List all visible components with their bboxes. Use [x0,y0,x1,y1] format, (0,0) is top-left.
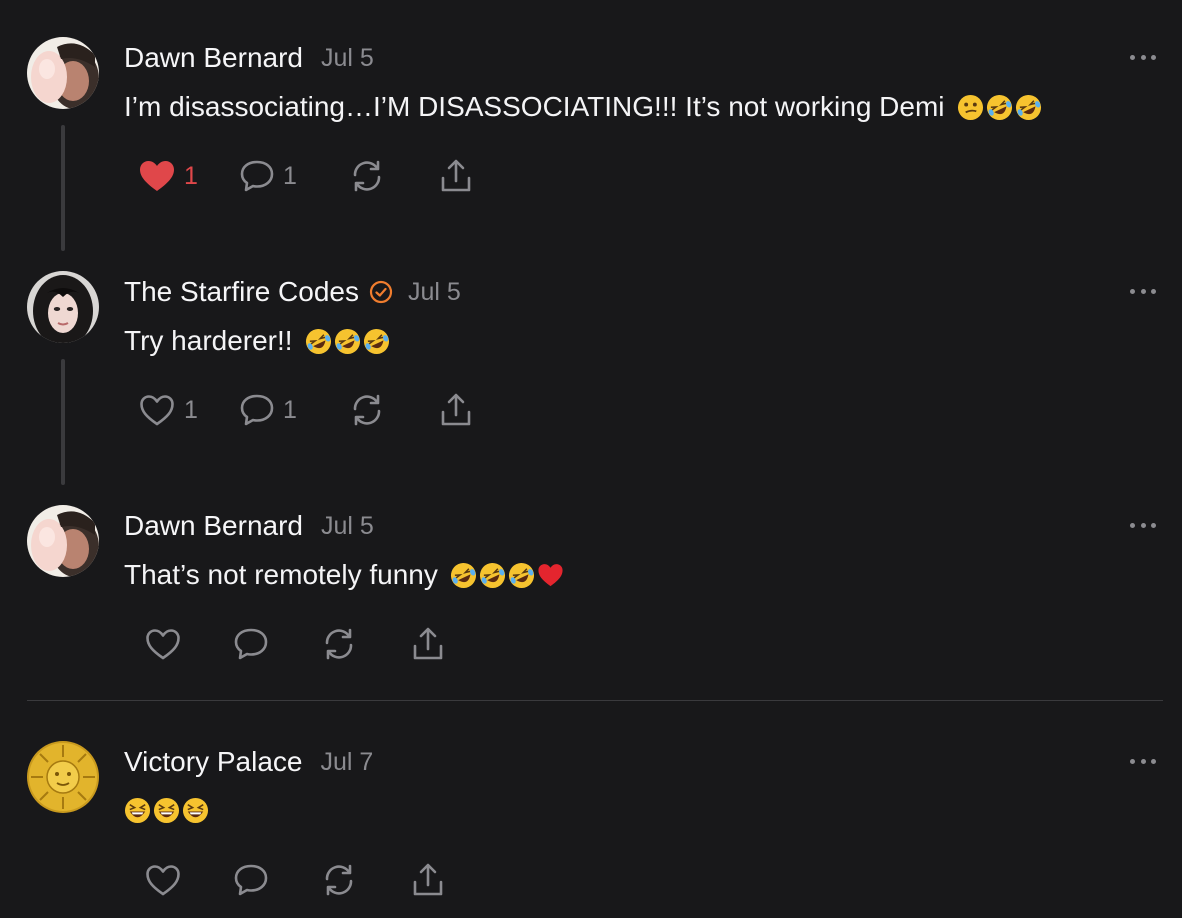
restack-icon [325,628,353,660]
comment-body: Try harderer!! [124,323,390,359]
heart-icon [140,395,174,426]
comment-date[interactable]: Jul 7 [320,748,373,777]
rolling-laughing-face-icon [508,562,534,588]
heart-icon [140,161,174,191]
comment-date[interactable]: Jul 5 [408,278,461,307]
comment-body: That’s not remotely funny [124,557,564,593]
rolling-laughing-face-icon [363,328,389,354]
avatar[interactable] [27,741,99,813]
avatar[interactable] [27,505,99,577]
thread-line [61,125,65,251]
restack-button[interactable] [321,624,357,664]
restack-icon [325,864,353,896]
author-name[interactable]: Dawn Bernard [124,42,303,74]
like-button[interactable] [144,624,190,664]
reply-button[interactable] [233,624,277,664]
rolling-laughing-face-icon [334,328,360,354]
confused-face-icon [957,94,983,120]
share-button[interactable] [410,860,446,900]
restack-button[interactable] [349,156,385,196]
like-button[interactable]: 1 [138,390,198,430]
more-options-button[interactable] [1130,520,1156,530]
share-icon [441,159,471,192]
author-name[interactable]: The Starfire Codes [124,276,359,308]
share-icon [413,627,443,660]
author-name[interactable]: Dawn Bernard [124,510,303,542]
comment-header: Dawn Bernard Jul 5 [124,508,374,544]
comment-body [124,792,209,828]
restack-button[interactable] [321,860,357,900]
reply-button[interactable]: 1 [239,156,297,196]
comment-header: Dawn Bernard Jul 5 [124,40,374,76]
rolling-laughing-face-icon [479,562,505,588]
reply-button[interactable]: 1 [239,390,297,430]
verified-badge-icon [369,280,393,304]
grinning-squinting-face-icon [124,797,151,823]
like-count: 1 [184,161,198,190]
reply-button[interactable] [233,860,277,900]
share-icon [413,863,443,896]
thread-line [61,359,65,485]
restack-icon [353,160,381,192]
speech-bubble-icon [240,160,274,192]
grinning-squinting-face-icon [153,797,180,823]
comment-header: Victory Palace Jul 7 [124,744,373,780]
restack-icon [353,394,381,426]
grinning-squinting-face-icon [182,797,209,823]
share-button[interactable] [438,156,474,196]
restack-button[interactable] [349,390,385,430]
share-icon [441,393,471,426]
reply-count: 1 [283,395,297,424]
like-button[interactable]: 1 [138,156,198,196]
reply-count: 1 [283,161,297,190]
comment-text: I’m disassociating…I’M DISASSOCIATING!!!… [124,91,945,122]
heart-icon [146,865,180,896]
more-options-button[interactable] [1130,756,1156,766]
comment-date[interactable]: Jul 5 [321,44,374,73]
comment-date[interactable]: Jul 5 [321,512,374,541]
rolling-laughing-face-icon [450,562,476,588]
share-button[interactable] [438,390,474,430]
more-options-button[interactable] [1130,52,1156,62]
rolling-laughing-face-icon [1015,94,1041,120]
like-button[interactable] [144,860,190,900]
heart-icon [146,629,180,660]
avatar[interactable] [27,37,99,109]
avatar[interactable] [27,271,99,343]
speech-bubble-icon [234,628,268,660]
rolling-laughing-face-icon [986,94,1012,120]
share-button[interactable] [410,624,446,664]
speech-bubble-icon [240,394,274,426]
comment-body: I’m disassociating…I’M DISASSOCIATING!!!… [124,89,1042,125]
more-options-button[interactable] [1130,286,1156,296]
author-name[interactable]: Victory Palace [124,746,302,778]
red-heart-icon [538,563,563,586]
like-count: 1 [184,395,198,424]
thread-divider [27,700,1163,701]
comment-text: Try harderer!! [124,325,293,356]
comment-text: That’s not remotely funny [124,559,438,590]
speech-bubble-icon [234,864,268,896]
rolling-laughing-face-icon [305,328,331,354]
comment-header: The Starfire Codes Jul 5 [124,274,461,310]
